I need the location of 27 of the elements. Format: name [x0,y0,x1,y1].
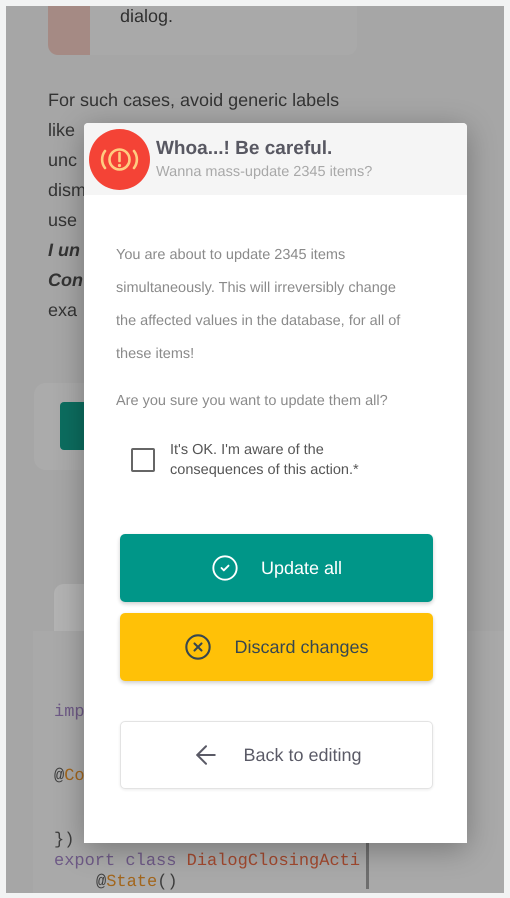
dialog-message: You are about to update 2345 items simultaneously. This will irreversibly change the affected values in the database, for all of these items! [116,246,402,364]
update-button[interactable]: Update all [120,534,433,602]
paragraph-line: dism [48,178,86,202]
callout-text: dialog. [120,6,174,28]
back-button[interactable]: Back to editing [120,721,433,789]
code-line: imp [54,702,86,723]
dialog-title: Whoa...! Be careful. [156,138,334,160]
code-line: @State() [96,872,179,893]
warning-icon [89,128,150,190]
dialog-subtitle: Wanna mass-update 2345 items? [156,164,372,180]
paragraph-line: For such cases, avoid generic labels [48,88,340,112]
discard-button[interactable]: Discard changes [120,613,433,681]
code-line: }) [54,830,76,851]
checkbox[interactable] [131,448,155,472]
code-line: @Co [54,766,86,787]
paragraph-line: exa [48,298,78,322]
dialog-message: Are you sure you want to update them all? [116,392,389,411]
paragraph-line: use [48,208,78,232]
paragraph-line: like [48,118,76,142]
paragraph-line: Con [48,268,83,292]
paragraph-line: unc [48,148,78,172]
code-line: export class DialogClosingActi [54,851,362,872]
paragraph-line: I un [48,238,80,262]
check-circle-icon [210,554,239,582]
close-circle-icon [184,633,212,661]
checkbox-label: It's OK. I'm aware of the consequences of this action.* [170,441,360,480]
accent-strip [48,6,90,55]
